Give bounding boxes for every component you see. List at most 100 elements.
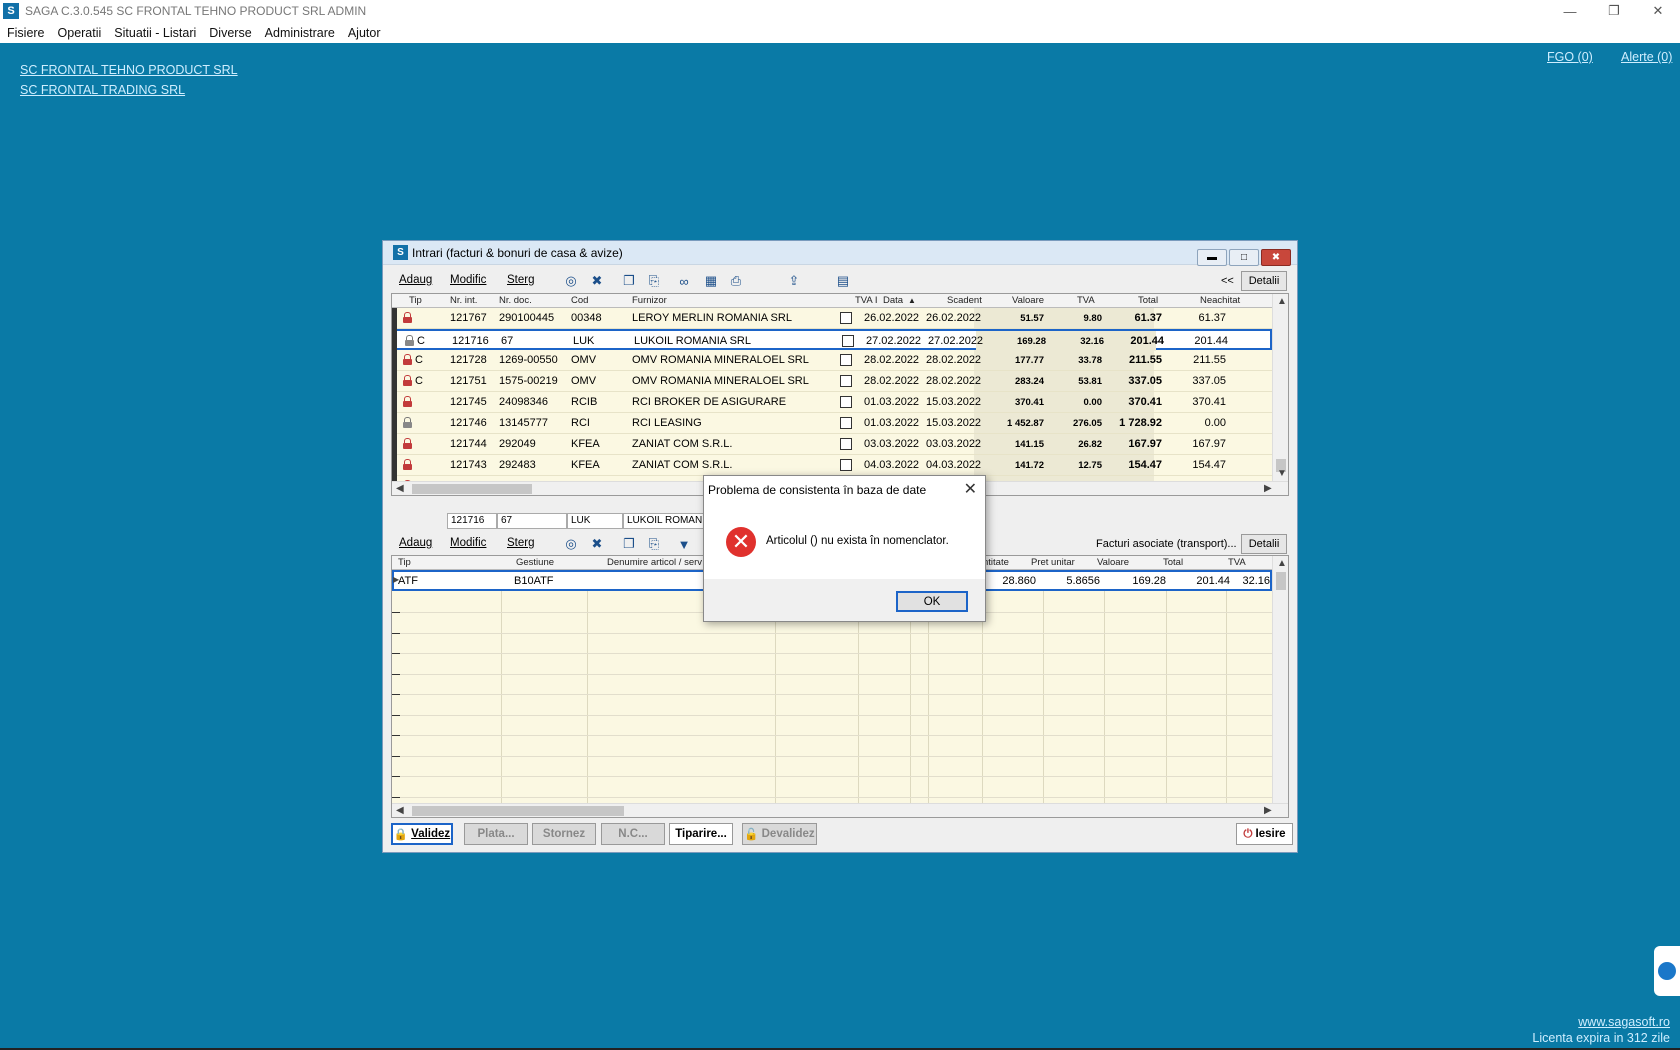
table-icon[interactable]: ▦ — [703, 273, 719, 289]
col-valoare[interactable]: Valoare — [1012, 295, 1044, 306]
tva-incasare-checkbox[interactable] — [840, 375, 852, 387]
col-nr-doc[interactable]: Nr. doc. — [499, 295, 532, 306]
validez-button[interactable]: 🔒 Validez — [391, 823, 453, 845]
scroll-up-icon[interactable]: ▲ — [1277, 296, 1287, 307]
invoice-row[interactable]: 121745 24098346 RCIB RCI BROKER DE ASIGURAR… — [392, 392, 1272, 413]
devalidez-button[interactable]: 🔓 Devalidez — [742, 823, 817, 845]
col2-tip[interactable]: Tip — [398, 557, 411, 568]
scroll-left-icon[interactable]: ◀ — [396, 805, 404, 816]
col-furnizor[interactable]: Furnizor — [632, 295, 667, 306]
tva-incasare-checkbox[interactable] — [840, 354, 852, 366]
col-cod[interactable]: Cod — [571, 295, 588, 306]
close-icon[interactable]: ✖ — [1261, 249, 1291, 266]
tva-incasare-checkbox[interactable] — [840, 312, 852, 324]
tva-incasare-checkbox[interactable] — [840, 459, 852, 471]
scroll-right-icon[interactable]: ▶ — [1264, 805, 1272, 816]
company-link-tehno[interactable]: SC FRONTAL TEHNO PRODUCT SRL — [20, 63, 238, 77]
stornez-button[interactable]: Stornez — [532, 823, 596, 845]
binoculars-icon[interactable]: ◎ — [563, 273, 579, 289]
scroll-left-icon[interactable]: ◀ — [396, 483, 404, 494]
scroll-down-icon[interactable]: ▼ — [1277, 468, 1287, 479]
col-tip[interactable]: Tip — [409, 295, 422, 306]
invoice-row[interactable]: 121746 13145777 RCI RCI LEASING 01.03.2022 15… — [392, 413, 1272, 434]
menu-situatii-listari[interactable]: Situatii - Listari — [114, 26, 196, 40]
export-icon[interactable]: ⇪ — [786, 273, 802, 289]
col-scadent[interactable]: Scadent — [947, 295, 982, 306]
paste-icon[interactable]: ⎘ — [646, 273, 662, 289]
invoice-row[interactable]: 121744 292049 KFEA ZANIAT COM S.R.L. 03.03.2… — [392, 434, 1272, 455]
col2-denumire[interactable]: Denumire articol / serv — [607, 557, 702, 568]
invoice-row[interactable]: C 121716 67 LUK LUKOIL ROMANIA SRL 27.02.2022… — [392, 329, 1272, 351]
col-tva-i[interactable]: TVA I — [855, 295, 878, 306]
filter-clear-icon[interactable]: ▼ — [676, 536, 692, 552]
scroll-right-icon[interactable]: ▶ — [1264, 483, 1272, 494]
col2-gestiune[interactable]: Gestiune — [516, 557, 554, 568]
menu-operatii[interactable]: Operatii — [58, 26, 102, 40]
excel-icon[interactable]: ✖ — [589, 536, 605, 552]
teamviewer-tab[interactable] — [1654, 946, 1680, 996]
col2-total[interactable]: Total — [1163, 557, 1183, 568]
scroll-up-icon[interactable]: ▲ — [1277, 558, 1287, 569]
close-icon[interactable]: ✕ — [1636, 0, 1680, 22]
company-link-trading[interactable]: SC FRONTAL TRADING SRL — [20, 83, 185, 97]
col2-valoare[interactable]: Valoare — [1097, 557, 1129, 568]
sterg-linie-button[interactable]: Sterg — [507, 537, 535, 549]
detalii-button[interactable]: Detalii — [1241, 271, 1287, 291]
minimize-icon[interactable]: — — [1548, 0, 1592, 22]
menu-administrare[interactable]: Administrare — [265, 26, 335, 40]
menu-ajutor[interactable]: Ajutor — [348, 26, 381, 40]
tiparire-button[interactable]: Tiparire... — [669, 823, 733, 845]
grid-vscroll[interactable]: ▲ ▼ — [1272, 294, 1288, 481]
alerte-link[interactable]: Alerte (0) — [1621, 50, 1672, 64]
collapse-button[interactable]: << — [1221, 275, 1234, 287]
col2-tva[interactable]: TVA — [1228, 557, 1246, 568]
print-icon[interactable]: ⎙ — [728, 273, 744, 289]
detalii-linie-button[interactable]: Detalii — [1241, 534, 1287, 554]
close-icon[interactable]: ✕ — [964, 479, 977, 499]
facturi-asociate-link[interactable]: Facturi asociate (transport)... — [1096, 538, 1237, 550]
linii-vscroll[interactable]: ▲ — [1272, 556, 1288, 803]
iesire-button[interactable]: ⏻ Iesire — [1236, 823, 1293, 845]
linii-hscroll[interactable]: ◀ ▶ — [392, 803, 1288, 817]
col-nr-int[interactable]: Nr. int. — [450, 295, 477, 306]
minimize-icon[interactable]: ▬ — [1197, 249, 1227, 266]
col-data[interactable]: Data — [883, 295, 903, 306]
paste-icon[interactable]: ⎘ — [646, 536, 662, 552]
col2-pret-unitar[interactable]: Pret unitar — [1031, 557, 1075, 568]
modific-button[interactable]: Modific — [450, 274, 486, 286]
col-tva[interactable]: TVA — [1077, 295, 1095, 306]
col-neachitat[interactable]: Neachitat — [1200, 295, 1240, 306]
tva-incasare-checkbox[interactable] — [842, 335, 854, 347]
tva-incasare-checkbox[interactable] — [840, 396, 852, 408]
col2-cantitate[interactable]: ntitate — [983, 557, 1009, 568]
col-total[interactable]: Total — [1138, 295, 1158, 306]
invoice-row[interactable]: C 121751 1575-00219 OMV OMV ROMANIA MINERALO… — [392, 371, 1272, 392]
menu-fisiere[interactable]: Fisiere — [7, 26, 45, 40]
excel-icon[interactable]: ✖ — [589, 273, 605, 289]
linii-vscroll-thumb[interactable] — [1276, 572, 1286, 590]
maximize-icon[interactable]: □ — [1229, 249, 1259, 266]
invoice-row[interactable]: C 121728 1269-00550 OMV OMV ROMANIA MINERALO… — [392, 350, 1272, 371]
tva-incasare-checkbox[interactable] — [840, 438, 852, 450]
archive-icon[interactable]: ▤ — [835, 273, 851, 289]
modific-linie-button[interactable]: Modific — [450, 537, 486, 549]
invoice-row[interactable]: 121767 290100445 00348 LEROY MERLIN ROMANIA… — [392, 308, 1272, 329]
restore-icon[interactable]: ❐ — [1592, 0, 1636, 22]
adaug-linie-button[interactable]: Adaug — [399, 537, 432, 549]
adaug-button[interactable]: Adaug — [399, 274, 432, 286]
ok-button[interactable]: OK — [896, 591, 968, 612]
link-icon[interactable]: ∞ — [676, 273, 692, 289]
hscroll-thumb[interactable] — [412, 484, 532, 494]
invoice-row[interactable]: 121743 292483 KFEA ZANIAT COM S.R.L. 04.03.2… — [392, 455, 1272, 476]
website-link[interactable]: www.sagasoft.ro — [1578, 1015, 1670, 1029]
tva-incasare-checkbox[interactable] — [840, 417, 852, 429]
copy-icon[interactable]: ❐ — [621, 273, 637, 289]
nc-button[interactable]: N.C... — [601, 823, 665, 845]
sterg-button[interactable]: Sterg — [507, 274, 535, 286]
plata-button[interactable]: Plata... — [464, 823, 528, 845]
linii-hscroll-thumb[interactable] — [412, 806, 624, 816]
fgo-link[interactable]: FGO (0) — [1547, 50, 1593, 64]
menu-diverse[interactable]: Diverse — [209, 26, 251, 40]
binoculars-icon[interactable]: ◎ — [563, 536, 579, 552]
copy-icon[interactable]: ❐ — [621, 536, 637, 552]
